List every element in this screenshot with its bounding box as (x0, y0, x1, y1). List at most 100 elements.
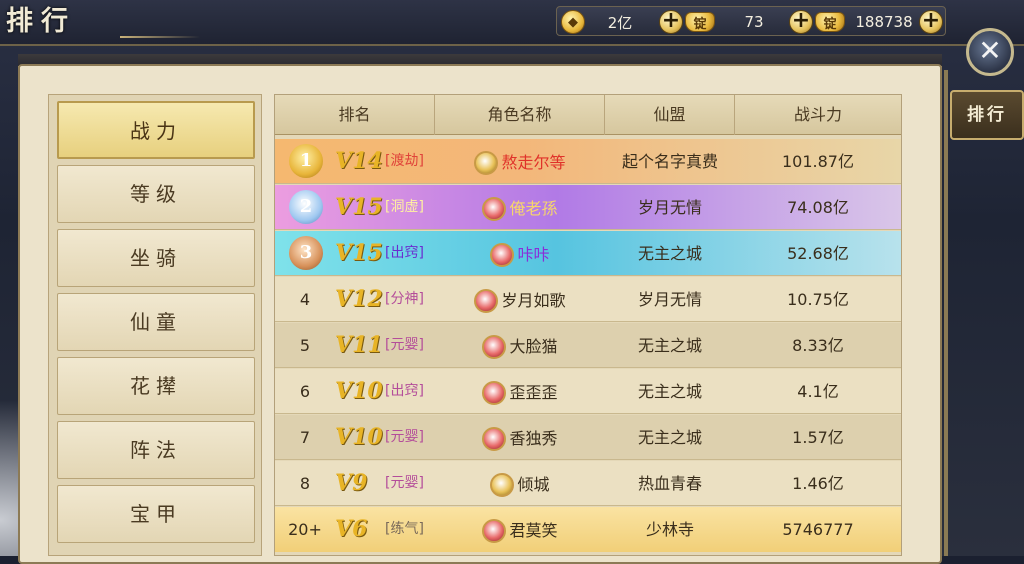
menu-item-mount[interactable]: 坐骑 (57, 229, 255, 287)
vip-level: V15 (335, 194, 383, 220)
player-name: 倾城 (517, 475, 550, 494)
add-copper-button[interactable]: + (659, 10, 683, 34)
cultivation-realm: [元婴] (385, 337, 424, 353)
avatar-icon (474, 288, 499, 313)
guild-name: 无主之城 (637, 382, 702, 401)
guild-name: 无主之城 (637, 428, 702, 447)
title-decoration (120, 36, 200, 38)
table-header: 排名 角色名称 仙盟 战斗力 (275, 95, 901, 135)
cultivation-realm: [元婴] (385, 475, 424, 491)
vip-level: V10 (335, 424, 383, 450)
column-header-power: 战斗力 (793, 105, 842, 124)
guild-name: 少林寺 (645, 520, 694, 539)
vip-level: V6 (335, 516, 368, 542)
cultivation-realm: [洞虚] (385, 199, 424, 215)
menu-item-formation[interactable]: 阵法 (57, 421, 255, 479)
cultivation-realm: [元婴] (385, 429, 424, 445)
vip-level: V9 (335, 470, 368, 496)
combat-power: 1.46亿 (792, 474, 844, 493)
vip-level: V11 (335, 332, 383, 358)
rank-number: 5 (299, 336, 311, 355)
combat-power: 4.1亿 (797, 382, 839, 401)
column-header-name: 角色名称 (435, 95, 605, 135)
tab-ranking[interactable]: 排行 (950, 90, 1024, 140)
top-bar: 排行 ◆ 2亿 + 锭 73 + 锭 188738 + (0, 0, 1024, 46)
currency-silver-value: 73 (744, 13, 764, 31)
avatar-icon (482, 334, 507, 359)
silver-ingot-icon: 锭 (685, 12, 715, 32)
guild-name: 岁月无情 (637, 290, 702, 309)
guild-name: 无主之城 (637, 336, 702, 355)
rank-number: 6 (299, 382, 311, 401)
gold-ingot-icon: 锭 (815, 12, 845, 32)
cultivation-realm: [出窍] (385, 245, 424, 261)
table-row[interactable]: 4 V12 [分神] 岁月如歌 岁月无情 10.75亿 (275, 277, 901, 322)
vip-level: V14 (335, 148, 383, 174)
cultivation-realm: [渡劫] (385, 153, 424, 169)
avatar-icon (490, 242, 515, 267)
vip-level: V10 (335, 378, 383, 404)
vip-level: V15 (335, 240, 383, 266)
avatar-icon (490, 472, 515, 497)
player-name: 大脸猫 (509, 337, 558, 356)
currency-copper-value: 2亿 (607, 13, 633, 32)
combat-power: 101.87亿 (782, 152, 854, 171)
currency-gold: 锭 188738 (815, 9, 925, 35)
player-name: 岁月如歌 (501, 291, 566, 310)
menu-item-combat-power[interactable]: 战力 (57, 101, 255, 159)
guild-name: 岁月无情 (637, 198, 702, 217)
column-header-rank: 排名 (275, 95, 435, 135)
menu-item-armor[interactable]: 宝甲 (57, 485, 255, 543)
avatar-icon (482, 380, 507, 405)
guild-name: 无主之城 (637, 244, 702, 263)
rank-number: 8 (299, 474, 311, 493)
ranking-table: 排名 角色名称 仙盟 战斗力 1 V14 [渡劫] 熬走尔等 起个名字真费 10… (274, 94, 902, 556)
combat-power: 8.33亿 (792, 336, 844, 355)
table-row[interactable]: 1 V14 [渡劫] 熬走尔等 起个名字真费 101.87亿 (275, 139, 901, 184)
table-row[interactable]: 3 V15 [出窍] 咔咔 无主之城 52.68亿 (275, 231, 901, 276)
close-button[interactable]: ✕ (966, 28, 1014, 76)
add-silver-button[interactable]: + (789, 10, 813, 34)
menu-item-level[interactable]: 等级 (57, 165, 255, 223)
avatar-icon (482, 196, 507, 221)
rank-number: 4 (299, 290, 311, 309)
combat-power: 52.68亿 (787, 244, 849, 263)
combat-power: 5746777 (782, 520, 854, 539)
currency-silver: 锭 73 (685, 9, 795, 35)
table-row[interactable]: 5 V11 [元婴] 大脸猫 无主之城 8.33亿 (275, 323, 901, 368)
gold-medal-icon: 1 (289, 144, 323, 178)
rank-number: 7 (299, 428, 311, 447)
currency-gold-value: 188738 (855, 13, 913, 31)
cultivation-realm: [分神] (385, 291, 424, 307)
player-name: 俺老孫 (509, 199, 558, 218)
vip-level: V12 (335, 286, 383, 312)
guild-name: 热血青春 (637, 474, 702, 493)
category-menu: 战力 等级 坐骑 仙童 花撵 阵法 宝甲 (48, 94, 262, 556)
rank-number: 20+ (288, 520, 322, 539)
player-name: 香独秀 (509, 429, 558, 448)
player-name: 君莫笑 (509, 521, 558, 540)
combat-power: 1.57亿 (792, 428, 844, 447)
cultivation-realm: [出窍] (385, 383, 424, 399)
bronze-medal-icon: 3 (289, 236, 323, 270)
silver-medal-icon: 2 (289, 190, 323, 224)
my-rank-row[interactable]: 20+ V6 [练气] 君莫笑 少林寺 5746777 (275, 507, 901, 552)
player-name: 熬走尔等 (501, 153, 566, 172)
player-name: 咔咔 (517, 245, 550, 264)
avatar-icon (474, 150, 499, 175)
player-name: 歪歪歪 (509, 383, 558, 402)
currency-bar: ◆ 2亿 + 锭 73 + 锭 188738 + (556, 6, 946, 36)
avatar-icon (482, 426, 507, 451)
page-title: 排行 (6, 6, 76, 37)
menu-item-flower-carriage[interactable]: 花撵 (57, 357, 255, 415)
combat-power: 74.08亿 (787, 198, 849, 217)
add-gold-button[interactable]: + (919, 10, 943, 34)
table-row[interactable]: 6 V10 [出窍] 歪歪歪 无主之城 4.1亿 (275, 369, 901, 414)
guild-name: 起个名字真费 (621, 152, 718, 171)
table-row[interactable]: 8 V9 [元婴] 倾城 热血青春 1.46亿 (275, 461, 901, 506)
currency-copper: ◆ 2亿 (561, 9, 657, 35)
table-row[interactable]: 2 V15 [洞虚] 俺老孫 岁月无情 74.08亿 (275, 185, 901, 230)
table-row[interactable]: 7 V10 [元婴] 香独秀 无主之城 1.57亿 (275, 415, 901, 460)
cultivation-realm: [练气] (385, 521, 424, 537)
menu-item-fairy-child[interactable]: 仙童 (57, 293, 255, 351)
